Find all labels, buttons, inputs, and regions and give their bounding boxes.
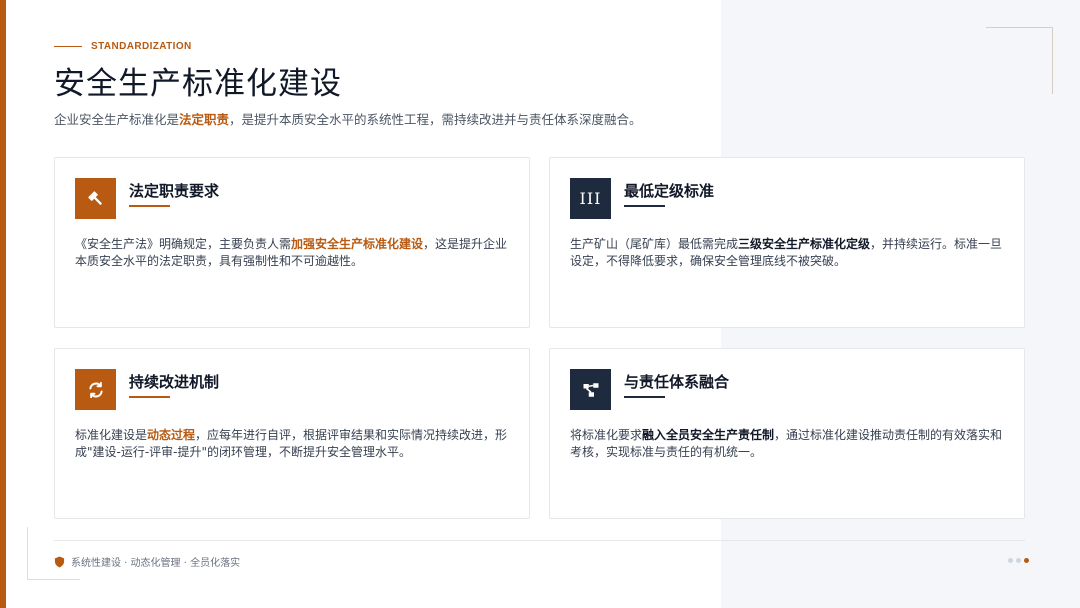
pagination-dots (1005, 558, 1029, 563)
eyebrow-line (54, 46, 82, 47)
title-underline (129, 396, 170, 398)
card-minimum-level: III 最低定级标准 生产矿山（尾矿库）最低需完成三级安全生产标准化定级，并持续… (549, 157, 1025, 328)
body-highlight: 三级安全生产标准化定级 (738, 237, 871, 251)
roman-numeral: III (579, 189, 602, 208)
refresh-icon (75, 369, 116, 410)
footer-text: 系统性建设 · 动态化管理 · 全员化落实 (71, 558, 241, 569)
card-body: 将标准化要求融入全员安全生产责任制，通过标准化建设推动责任制的有效落实和考核，实… (570, 427, 1008, 461)
subtitle-text-end: ，是提升本质安全水平的系统性工程，需持续改进并与责任体系深度融合。 (229, 112, 642, 127)
body-text: 生产矿山（尾矿库）最低需完成 (570, 237, 739, 251)
card-continuous-improvement: 持续改进机制 标准化建设是动态过程，应每年进行自评，根据评审结果和实际情况持续改… (54, 348, 530, 519)
roman-three-icon: III (570, 178, 611, 219)
body-highlight: 加强安全生产标准化建设 (291, 237, 424, 251)
card-body: 《安全生产法》明确规定，主要负责人需加强安全生产标准化建设，这是提升企业本质安全… (75, 236, 513, 270)
card-body: 标准化建设是动态过程，应每年进行自评，根据评审结果和实际情况持续改进，形成"建设… (75, 427, 513, 461)
card-title: 与责任体系融合 (624, 373, 730, 391)
subtitle-text: 企业安全生产标准化是 (54, 112, 180, 127)
title-underline (624, 205, 665, 207)
footer-divider (54, 540, 1025, 541)
body-text: 《安全生产法》明确规定，主要负责人需 (75, 237, 292, 251)
eyebrow: STANDARDIZATION (54, 41, 192, 52)
accent-bar (0, 0, 6, 608)
card-legal-duty: 法定职责要求 《安全生产法》明确规定，主要负责人需加强安全生产标准化建设，这是提… (54, 157, 530, 328)
card-responsibility-integration: 与责任体系融合 将标准化要求融入全员安全生产责任制，通过标准化建设推动责任制的有… (549, 348, 1025, 519)
page-subtitle: 企业安全生产标准化是法定职责，是提升本质安全水平的系统性工程，需持续改进并与责任… (54, 109, 642, 128)
eyebrow-text: STANDARDIZATION (91, 41, 192, 52)
pagination-dot[interactable] (1016, 558, 1021, 563)
body-text: 标准化建设是 (75, 428, 148, 442)
sitemap-icon (570, 369, 611, 410)
pagination-dot-active[interactable] (1024, 558, 1029, 563)
card-title: 最低定级标准 (624, 182, 715, 200)
body-highlight: 动态过程 (147, 428, 196, 442)
shield-icon (54, 556, 65, 568)
gavel-icon (75, 178, 116, 219)
card-body: 生产矿山（尾矿库）最低需完成三级安全生产标准化定级，并持续运行。标准一旦设定，不… (570, 236, 1008, 270)
subtitle-highlight: 法定职责 (179, 112, 230, 127)
body-text: 将标准化要求 (570, 428, 643, 442)
page-title: 安全生产标准化建设 (54, 66, 342, 102)
card-title: 持续改进机制 (129, 373, 220, 391)
title-underline (624, 396, 665, 398)
pagination-dot[interactable] (1008, 558, 1013, 563)
card-title: 法定职责要求 (129, 182, 220, 200)
corner-decoration-top-right (986, 27, 1053, 94)
body-highlight: 融入全员安全生产责任制 (642, 428, 775, 442)
title-underline (129, 205, 170, 207)
footer: 系统性建设 · 动态化管理 · 全员化落实 (54, 554, 240, 569)
